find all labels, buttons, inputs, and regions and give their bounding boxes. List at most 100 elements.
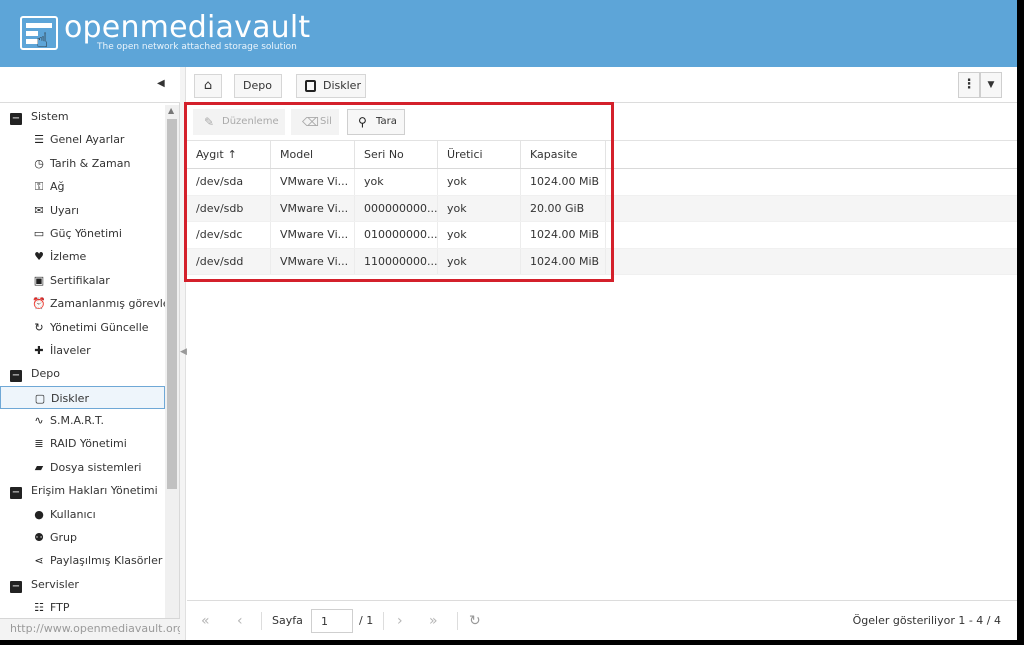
column-header-capacity[interactable]: Kapasite: [521, 141, 606, 168]
next-page-icon[interactable]: ›: [397, 610, 403, 632]
collapse-group-icon[interactable]: −: [10, 487, 22, 500]
scroll-up-icon[interactable]: ▲: [168, 106, 174, 115]
table-cell: 1024.00 MiB: [521, 248, 606, 274]
table-cell: yok: [438, 222, 521, 248]
sidebar-item-0-1[interactable]: ◷ Tarih & Zaman: [0, 152, 165, 175]
column-header-label: Aygıt: [196, 148, 224, 161]
sidebar-item-0-0[interactable]: ☰ Genel Ayarlar: [0, 128, 165, 151]
sidebar-group-label: Depo: [31, 367, 60, 381]
sidebar-item-label: Sertifikalar: [50, 273, 110, 287]
table-cell: /dev/sdc: [187, 222, 271, 248]
delete-button[interactable]: ⌫ Sil: [291, 109, 339, 135]
certificate-icon: ▣: [33, 273, 45, 287]
heartbeat-icon: ♥: [34, 250, 44, 264]
sidebar-group-1[interactable]: − Depo: [0, 362, 165, 385]
page-total: / 1: [359, 614, 374, 627]
collapse-group-icon[interactable]: −: [10, 370, 22, 383]
last-page-icon[interactable]: »: [429, 610, 438, 632]
table-cell: VMware Vi...: [271, 169, 355, 195]
breadcrumb-diskler[interactable]: Diskler: [296, 74, 366, 98]
server-icon: ☷: [34, 601, 44, 615]
sidebar-item-1-3[interactable]: ▰ Dosya sistemleri: [0, 456, 165, 479]
column-header-vendor[interactable]: Üretici: [438, 141, 521, 168]
table-cell: yok: [438, 248, 521, 274]
sidebar-item-label: Kullanıcı: [50, 507, 96, 521]
sidebar-splitter[interactable]: ◀: [180, 67, 187, 640]
sidebar-group-3[interactable]: − Servisler: [0, 573, 165, 596]
paging-toolbar: « ‹ Sayfa / 1 › » ↻ Ögeler gösteriliyor …: [187, 600, 1017, 640]
sidebar-item-label: İzleme: [50, 250, 87, 264]
sidebar-item-1-2[interactable]: ≣ RAID Yönetimi: [0, 432, 165, 455]
table-row[interactable]: /dev/sdc VMware Vi... 010000000... yok 1024.…: [187, 222, 1017, 249]
page-number-input[interactable]: [311, 609, 353, 633]
table-row[interactable]: /dev/sda VMware Vi... yok yok 1024.00 MiB: [187, 169, 1017, 196]
pencil-icon: ✎: [204, 115, 215, 129]
scan-button-label: Tara: [376, 116, 397, 127]
splitter-arrow-icon[interactable]: ◀: [180, 347, 187, 357]
refresh-icon[interactable]: ↻: [469, 610, 481, 632]
grid-toolbar: ✎ Düzenleme ⌫ Sil ⚲ Tara: [187, 103, 1017, 141]
share-icon: ⋖: [34, 554, 44, 568]
sidebar-item-0-6[interactable]: ▣ Sertifikalar: [0, 269, 165, 292]
sidebar-item-2-2[interactable]: ⋖ Paylaşılmış Klasörler: [0, 549, 165, 572]
vertical-dots-icon: ⋮: [962, 77, 976, 92]
column-header-model[interactable]: Model: [271, 141, 355, 168]
openmediavault-logo-icon: ☝: [20, 16, 58, 50]
table-cell: VMware Vi...: [271, 195, 355, 221]
sidebar-item-1-1[interactable]: ∿ S.M.A.R.T.: [0, 409, 165, 432]
sidebar-item-label: FTP: [50, 601, 70, 615]
sidebar-item-label: Ağ: [50, 180, 65, 194]
disk-icon: [305, 80, 316, 92]
collapse-sidebar-icon[interactable]: ◀: [157, 78, 165, 89]
collapse-group-icon[interactable]: −: [10, 580, 22, 593]
scan-button[interactable]: ⚲ Tara: [347, 109, 405, 135]
alarm-clock-icon: ⏰: [32, 297, 46, 311]
table-row[interactable]: /dev/sdd VMware Vi... 110000000... yok 1024.…: [187, 248, 1017, 275]
sidebar-item-label: İlaveler: [50, 343, 91, 357]
network-icon: ⚿: [34, 180, 44, 194]
edit-button[interactable]: ✎ Düzenleme: [193, 109, 285, 135]
sidebar-item-3-0[interactable]: ☷ FTP: [0, 596, 165, 619]
collapse-group-icon[interactable]: −: [10, 113, 22, 125]
sidebar-item-label: Uyarı: [50, 203, 79, 217]
sidebar-item-2-0[interactable]: ● Kullanıcı: [0, 503, 165, 526]
sidebar-item-0-5[interactable]: ♥ İzleme: [0, 245, 165, 268]
sidebar-item-0-3[interactable]: ✉ Uyarı: [0, 199, 165, 222]
more-options-button[interactable]: ⋮: [958, 72, 980, 98]
sidebar-item-0-4[interactable]: ▭ Güç Yönetimi: [0, 222, 165, 245]
sidebar-group-label: Sistem: [31, 110, 69, 123]
column-header-serial[interactable]: Seri No: [355, 141, 438, 168]
home-button[interactable]: ⌂: [194, 74, 222, 98]
table-cell: yok: [438, 169, 521, 195]
sidebar-item-2-1[interactable]: ⚉ Grup: [0, 526, 165, 549]
sidebar-item-0-9[interactable]: ✚ İlaveler: [0, 339, 165, 362]
sidebar-scrollbar[interactable]: ▲: [165, 105, 179, 640]
breadcrumb-depo[interactable]: Depo: [234, 74, 282, 98]
table-cell: VMware Vi...: [271, 248, 355, 274]
previous-page-icon[interactable]: ‹: [237, 610, 243, 632]
pulse-icon: ∿: [34, 414, 44, 428]
sidebar-item-label: Tarih & Zaman: [50, 156, 131, 170]
disk-icon: ▢: [34, 391, 46, 405]
user-icon: ●: [34, 507, 44, 521]
sidebar-item-0-8[interactable]: ↻ Yönetimi Güncelle: [0, 316, 165, 339]
sidebar-group-2[interactable]: − Erişim Hakları Yönetimi: [0, 479, 165, 502]
table-row[interactable]: /dev/sdb VMware Vi... 000000000... yok 20.00…: [187, 195, 1017, 222]
first-page-icon[interactable]: «: [201, 610, 210, 632]
sidebar-item-label: Paylaşılmış Klasörler: [50, 554, 163, 568]
sidebar-item-label: Diskler: [51, 391, 89, 405]
column-header-device[interactable]: Aygıt ↑: [187, 141, 271, 168]
navigation-tree: − Sistem ☰ Genel Ayarlar ◷ Tarih & Zaman ⚿ Ağ ✉ U…: [0, 105, 165, 640]
folder-icon: ▰: [34, 460, 44, 474]
table-cell: 20.00 GiB: [521, 195, 606, 221]
sidebar-group-0[interactable]: − Sistem: [0, 105, 165, 128]
options-dropdown-button[interactable]: ▼: [980, 72, 1002, 98]
puzzle-icon: ✚: [34, 343, 44, 357]
sidebar-item-0-2[interactable]: ⚿ Ağ: [0, 175, 165, 198]
paging-status: Ögeler gösteriliyor 1 - 4 / 4: [852, 614, 1001, 627]
sidebar-item-1-0[interactable]: ▢ Diskler: [0, 385, 165, 410]
scrollbar-thumb[interactable]: [167, 119, 177, 489]
sidebar-group-label: Servisler: [31, 577, 79, 591]
database-icon: ≣: [34, 437, 44, 451]
sidebar-item-0-7[interactable]: ⏰ Zamanlanmış görevler: [0, 292, 165, 315]
